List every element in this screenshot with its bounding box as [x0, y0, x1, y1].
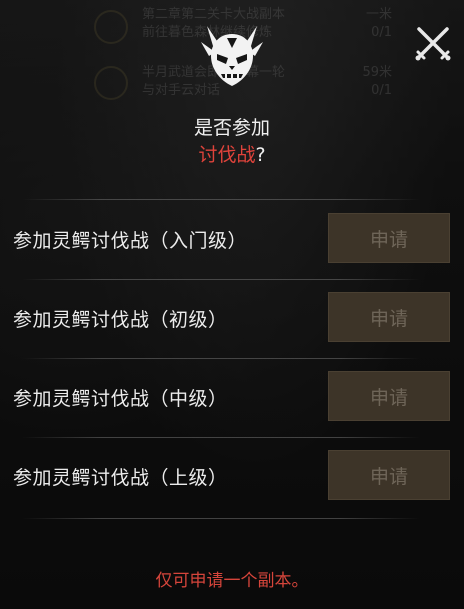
option-label: 参加灵鳄讨伐战（初级） [13, 309, 228, 331]
option-row-intermediate: 参加灵鳄讨伐战（中级） 申请 [0, 358, 464, 436]
demon-mask-icon [197, 22, 267, 90]
option-label: 参加灵鳄讨伐战（中级） [13, 388, 228, 410]
apply-button-beginner[interactable]: 申请 [328, 292, 450, 342]
dialog-subtitle: 讨伐战? [0, 140, 464, 167]
apply-button-advanced[interactable]: 申请 [328, 450, 450, 500]
option-row-advanced: 参加灵鳄讨伐战（上级） 申请 [0, 437, 464, 515]
footer-note: 仅可申请一个副本。 [155, 571, 309, 591]
apply-button-intermediate[interactable]: 申请 [328, 371, 450, 421]
dialog-title: 是否参加 [193, 117, 270, 139]
option-row-beginner: 参加灵鳄讨伐战（初级） 申请 [0, 279, 464, 357]
crossed-swords-icon [415, 27, 451, 61]
event-name-highlight: 讨伐战 [198, 144, 256, 166]
option-label: 参加灵鳄讨伐战（入门级） [13, 230, 248, 252]
option-label: 参加灵鳄讨伐战（上级） [13, 467, 228, 489]
option-row-entry: 参加灵鳄讨伐战（入门级） 申请 [0, 200, 464, 278]
question-mark: ? [255, 144, 266, 166]
close-button[interactable] [414, 24, 452, 62]
apply-button-entry[interactable]: 申请 [328, 213, 450, 263]
divider [22, 518, 420, 519]
